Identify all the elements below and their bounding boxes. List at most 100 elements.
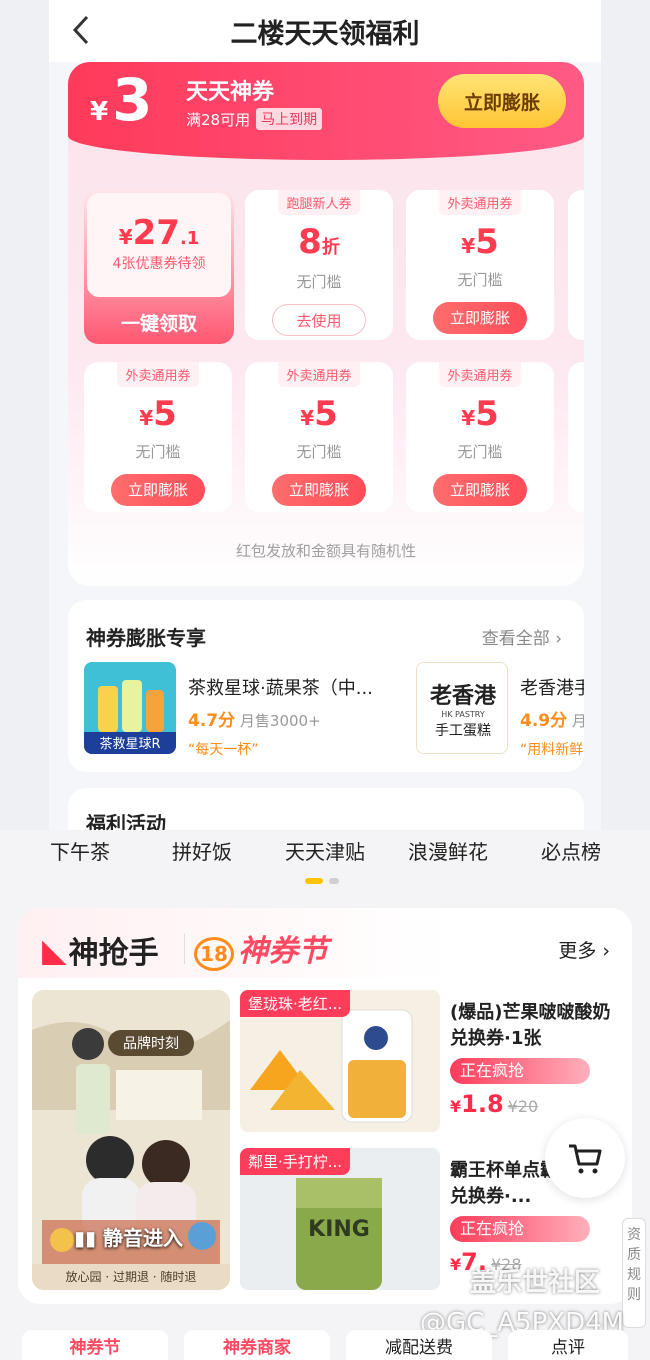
- product-image: KING 鄰里·手打柠...: [240, 1148, 440, 1290]
- coupon-condition: 无门槛: [457, 271, 503, 289]
- flash-deal-header: ◣ 神抢手 18 神券节 更多 ›: [18, 908, 632, 978]
- shop-thumbnail: 茶救星球R: [84, 662, 176, 754]
- total-coupon-amount: ¥27.1: [118, 213, 200, 253]
- shop-tag: 堡珑珠·老红...: [240, 990, 351, 1017]
- chip-reviews[interactable]: 点评: [508, 1330, 628, 1360]
- indicator-dot-active: [305, 878, 323, 884]
- category-item[interactable]: 下午茶: [50, 836, 110, 865]
- expand-now-button[interactable]: 立即膨胀: [438, 74, 566, 128]
- coupon-value: ¥5: [300, 394, 338, 434]
- sound-icon: ▮▮: [74, 1226, 97, 1250]
- chip-coupon-merchants[interactable]: 神券商家: [184, 1330, 330, 1360]
- category-item[interactable]: 天天津贴: [285, 836, 365, 865]
- coupon-value: ¥5: [139, 394, 177, 434]
- coupon-card: 外卖通用券 ¥5 无门槛 立即膨胀: [406, 190, 554, 340]
- total-coupon-desc: 4张优惠券待领: [112, 256, 206, 272]
- expand-coupon-button[interactable]: 立即膨胀: [433, 302, 527, 334]
- shop-tag: 鄰里·手打柠...: [240, 1148, 351, 1175]
- section-title: 福利活动: [86, 812, 166, 830]
- bottom-chip-row: 神券节 神券商家 减配送费 点评: [0, 1326, 650, 1360]
- category-item[interactable]: 拼好饭: [172, 836, 232, 865]
- svg-text:手工蛋糕: 手工蛋糕: [435, 723, 491, 739]
- view-all-link[interactable]: 查看全部 ›: [482, 624, 562, 649]
- banner-condition: 满28可用: [186, 110, 251, 129]
- qualification-rules-tab[interactable]: 资质规则: [622, 1218, 646, 1328]
- expand-coupon-button[interactable]: 立即膨胀: [272, 474, 366, 506]
- more-link[interactable]: 更多 ›: [558, 936, 610, 963]
- banner-title: 天天神券: [186, 80, 275, 105]
- shop-thumbnail: 老香港 HK PASTRY 手工蛋糕: [416, 662, 508, 754]
- live-guarantee: 放心园 · 过期退 · 随时退: [32, 1264, 230, 1290]
- svg-text:HK PASTRY: HK PASTRY: [441, 710, 485, 719]
- page-indicator: [305, 878, 339, 884]
- expand-coupon-button[interactable]: 立即膨胀: [111, 474, 205, 506]
- coupon-head: 外卖通用券: [439, 362, 521, 387]
- shop-rating: 4.9分 月: [520, 711, 584, 731]
- svg-text:品牌时刻: 品牌时刻: [123, 1035, 179, 1052]
- banner-amount: ¥3: [90, 66, 153, 134]
- category-item[interactable]: 必点榜: [541, 836, 601, 865]
- use-coupon-button[interactable]: 去使用: [272, 304, 366, 336]
- shop-card[interactable]: 茶救星球R 茶救星球·蔬果茶（中... 4.7分 月售3000+ “每天一杯”: [84, 662, 404, 758]
- coupon-panel: ¥3 天天神券 满28可用 马上到期 立即膨胀 ¥27.1 4张优惠券待领 一键…: [68, 62, 584, 586]
- product-price: ¥1.8 ¥20: [450, 1090, 539, 1118]
- live-stream-card[interactable]: 品牌时刻 ▮▮ 静音进入 放心园 · 过期退 · 随时退: [32, 990, 230, 1290]
- shop-tag: “每天一杯”: [188, 742, 259, 758]
- flash-deal-section: ◣ 神抢手 18 神券节 更多 › 品牌时刻 ▮▮ 静音进入 放心园 · 过期退…: [18, 908, 632, 1304]
- claim-all-button[interactable]: 一键领取: [84, 309, 234, 336]
- svg-text:老香港: 老香港: [429, 683, 497, 709]
- product-card[interactable]: 堡珑珠·老红... (爆品)芒果啵啵酸奶兑换券·1张 正在疯抢 ¥1.8 ¥20: [240, 990, 620, 1132]
- coupon-value: 8折: [298, 222, 340, 262]
- watermark-community: 盖乐世社区: [470, 1268, 601, 1298]
- shop-name: 茶救星球·蔬果茶（中...: [188, 678, 373, 699]
- welfare-modal: 二楼天天领福利 ¥3 天天神券 满28可用 马上到期 立即膨胀 ¥27.1 4张…: [49, 0, 601, 830]
- welfare-activity-section: 福利活动: [68, 788, 584, 830]
- category-row: 下午茶 拼好饭 天天津贴 浪漫鲜花 必点榜: [0, 830, 650, 874]
- coupon-card: 外卖通用券 ¥5 无门槛 立即膨胀: [245, 362, 393, 512]
- product-name: (爆品)芒果啵啵酸奶兑换券·1张: [450, 1002, 611, 1049]
- section-title: 神券膨胀专享: [86, 626, 206, 650]
- expiry-badge: 马上到期: [256, 108, 323, 130]
- coupon-card: 外卖通用券 ¥5 无门槛 立即膨胀: [406, 362, 554, 512]
- banner-subtitle: 满28可用 马上到期: [186, 108, 323, 130]
- shopping-cart-button[interactable]: [545, 1118, 625, 1198]
- coupon-value: ¥5: [461, 394, 499, 434]
- coupon-card-partial: [568, 362, 584, 512]
- live-enter-label: ▮▮ 静音进入: [74, 1226, 183, 1250]
- shop-rating: 4.7分 月售3000+: [188, 711, 321, 731]
- expand-coupon-button[interactable]: 立即膨胀: [433, 474, 527, 506]
- chip-reduced-delivery[interactable]: 减配送费: [346, 1330, 492, 1360]
- coupon-disclaimer: 红包发放和金额具有随机性: [235, 542, 416, 560]
- shop-name: 老香港手: [520, 678, 584, 699]
- coupon-condition: 无门槛: [296, 273, 342, 291]
- coupon-condition: 无门槛: [296, 443, 342, 461]
- coupon-card: 跑腿新人券 8折 无门槛 去使用: [245, 190, 393, 340]
- coupon-head: 外卖通用券: [278, 362, 360, 387]
- indicator-dot: [329, 878, 339, 884]
- coupon-card-partial: [568, 190, 584, 340]
- coupon-head: 跑腿新人券: [278, 190, 360, 215]
- total-coupon-card[interactable]: ¥27.1 4张优惠券待领 一键领取: [84, 190, 234, 344]
- daily-coupon-banner: ¥3 天天神券 满28可用 马上到期 立即膨胀: [68, 62, 584, 160]
- coupon-head: 外卖通用券: [439, 190, 521, 215]
- rush-status-badge: 正在疯抢: [450, 1216, 590, 1242]
- cart-icon: [569, 1144, 602, 1174]
- original-price: ¥20: [507, 1097, 539, 1116]
- page-title: 二楼天天领福利: [230, 19, 420, 50]
- expand-exclusive-section: 神券膨胀专享 查看全部 › 茶救星球R 茶救星球·蔬果茶（中... 4.7分 月…: [68, 600, 584, 772]
- coupon-festival-logo: 18 神券节: [194, 926, 328, 971]
- svg-text:KING: KING: [308, 1217, 370, 1242]
- category-item[interactable]: 浪漫鲜花: [408, 836, 488, 865]
- shop-tag: “用料新鲜: [520, 742, 584, 756]
- coupon-condition: 无门槛: [457, 443, 503, 461]
- coupon-value: ¥5: [461, 222, 499, 262]
- chip-coupon-festival[interactable]: 神券节: [22, 1330, 168, 1360]
- divider: [184, 934, 185, 964]
- svg-text:茶救星球R: 茶救星球R: [99, 736, 160, 752]
- shenqiangshou-logo: ◣ 神抢手: [42, 931, 159, 971]
- product-image: 堡珑珠·老红...: [240, 990, 440, 1132]
- shop-card[interactable]: 老香港 HK PASTRY 手工蛋糕 老香港手 4.9分 月 “用料新鲜: [416, 662, 584, 756]
- coupon-condition: 无门槛: [135, 443, 181, 461]
- modal-header: 二楼天天领福利: [49, 0, 601, 62]
- coupon-card: 外卖通用券 ¥5 无门槛 立即膨胀: [84, 362, 232, 512]
